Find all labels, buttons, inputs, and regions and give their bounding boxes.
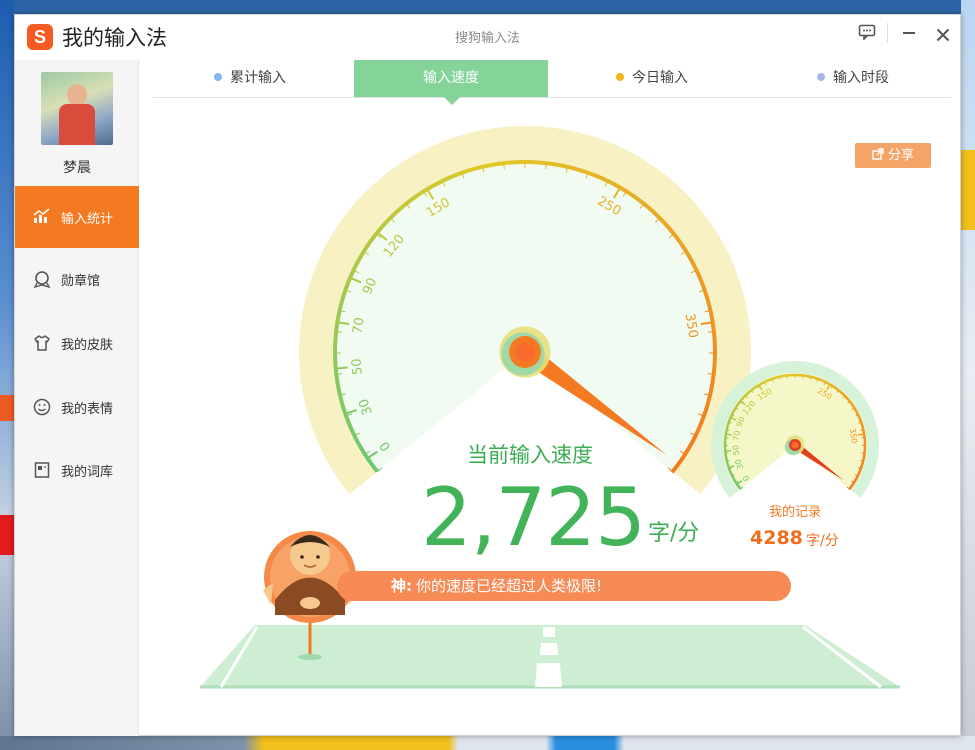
my-input-method-window: S 我的输入法 搜狗输入法 梦晨 输入统计 勋章馆 我的皮肤 我的表情 我的词库… <box>14 14 961 736</box>
record-speed-unit: 字/分 <box>806 533 839 549</box>
achievement-banner: 神: 你的速度已经超过人类极限! <box>337 571 791 601</box>
speed-label: 当前输入速度 <box>467 443 593 467</box>
current-speed-value: 2,725 <box>420 471 646 564</box>
svg-text:70: 70 <box>731 430 741 441</box>
desktop-icon-strip <box>961 150 975 230</box>
desktop-background-right <box>961 0 975 750</box>
svg-text:50: 50 <box>731 445 741 456</box>
desktop-icon-strip <box>0 515 14 555</box>
svg-text:50: 50 <box>349 358 365 376</box>
svg-text:70: 70 <box>350 316 367 335</box>
record-label: 我的记录 <box>768 505 821 520</box>
achievement-level: 神: <box>391 577 412 595</box>
desktop-background-bottom <box>0 736 975 750</box>
desktop-icon-strip <box>0 395 14 421</box>
record-speed-value: 4288 <box>750 527 803 549</box>
speed-unit: 字/分 <box>648 521 700 546</box>
desktop-background-left <box>0 0 14 750</box>
achievement-message: 你的速度已经超过人类极限! <box>416 577 603 595</box>
speedometer-graphic: 030507090120150 250350 030507090120150 250… <box>200 125 900 689</box>
